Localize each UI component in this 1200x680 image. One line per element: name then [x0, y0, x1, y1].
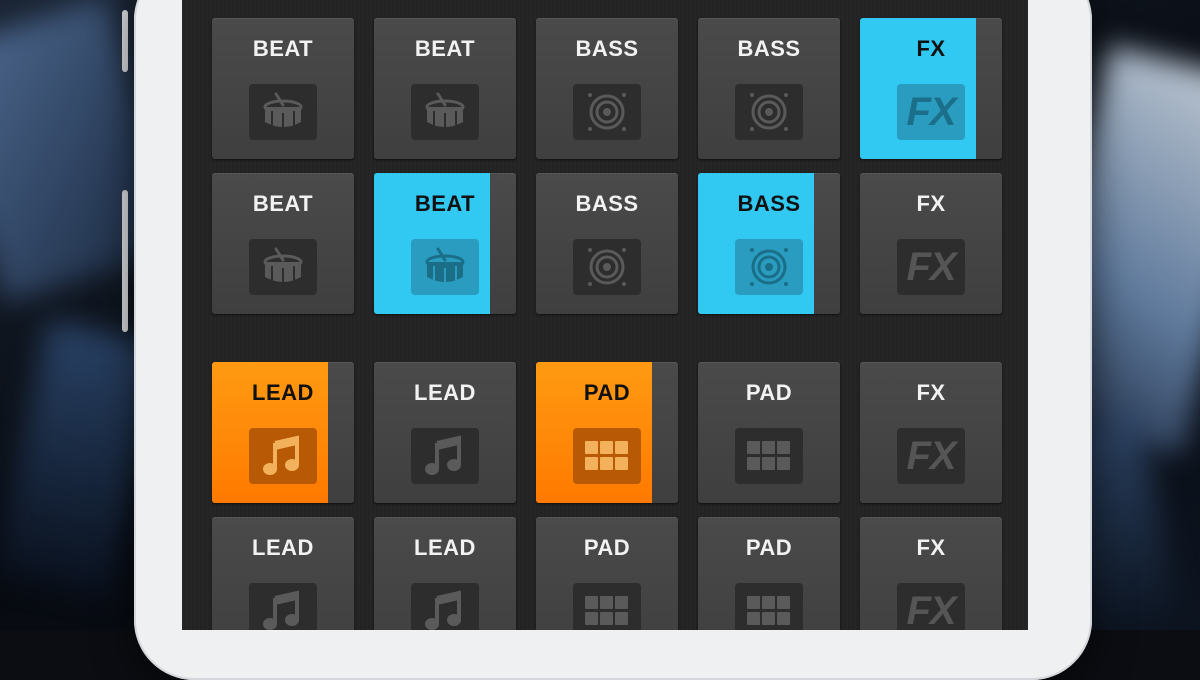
pad-label: LEAD: [414, 535, 476, 560]
pad-label: PAD: [745, 380, 793, 405]
pad-label: BEAT: [414, 36, 476, 61]
pad-label: BASS: [575, 36, 639, 61]
top-pad-bass[interactable]: BASS: [698, 173, 840, 314]
top-pad-bass[interactable]: BASS: [536, 18, 678, 159]
drum-icon: [411, 84, 479, 140]
music-note-icon: [411, 583, 479, 630]
top-pad-beat[interactable]: BEAT: [374, 173, 516, 314]
music-note-icon: [249, 583, 317, 630]
phone-volume-button: [122, 190, 128, 332]
fx-icon-text: FX: [906, 90, 956, 134]
pad-label: PAD: [583, 535, 631, 560]
top-pad-beat[interactable]: BEAT: [212, 173, 354, 314]
pad-label: PAD: [583, 380, 631, 405]
pad-label: FX: [916, 191, 946, 216]
speaker-icon: [735, 239, 803, 295]
pad-grid-top: BEAT BEAT BASS BASS FX FX BEAT BEAT BASS BASS FX FX: [212, 18, 1004, 314]
grid-icon: [735, 428, 803, 484]
fx-icon-text: FX: [906, 589, 956, 630]
pad-label: BASS: [737, 191, 801, 216]
pad-label: FX: [916, 380, 946, 405]
speaker-icon: [735, 84, 803, 140]
speaker-icon: [573, 239, 641, 295]
bottom-pad-pad[interactable]: PAD: [536, 362, 678, 503]
pad-label: BASS: [737, 36, 801, 61]
bottom-pad-lead[interactable]: LEAD: [212, 517, 354, 630]
pad-label: LEAD: [252, 535, 314, 560]
speaker-icon: [573, 84, 641, 140]
pad-label: FX: [916, 36, 946, 61]
grid-icon: [735, 583, 803, 630]
grid-icon: [573, 583, 641, 630]
fx-icon: FX: [897, 583, 965, 630]
pad-label: BEAT: [252, 36, 314, 61]
fx-icon-text: FX: [906, 245, 956, 289]
top-pad-fx[interactable]: FX FX: [860, 18, 1002, 159]
top-pad-beat[interactable]: BEAT: [212, 18, 354, 159]
pad-label: BEAT: [414, 191, 476, 216]
pad-label: PAD: [745, 535, 793, 560]
drum-icon: [411, 239, 479, 295]
drum-icon: [249, 239, 317, 295]
bottom-pad-fx[interactable]: FX FX: [860, 517, 1002, 630]
bottom-pad-lead[interactable]: LEAD: [374, 362, 516, 503]
pad-label: BASS: [575, 191, 639, 216]
phone-mute-switch: [122, 10, 128, 72]
fx-icon: FX: [897, 84, 965, 140]
grid-icon: [573, 428, 641, 484]
pad-label: LEAD: [252, 380, 314, 405]
bottom-pad-fx[interactable]: FX FX: [860, 362, 1002, 503]
top-pad-bass[interactable]: BASS: [536, 173, 678, 314]
music-note-icon: [249, 428, 317, 484]
pad-grid-bottom: LEAD LEAD PAD PAD FX FX LEAD LEAD PAD PAD FX FX: [212, 362, 1004, 630]
top-pad-bass[interactable]: BASS: [698, 18, 840, 159]
drum-icon: [249, 84, 317, 140]
bottom-pad-pad[interactable]: PAD: [536, 517, 678, 630]
bottom-pad-pad[interactable]: PAD: [698, 362, 840, 503]
pad-label: LEAD: [414, 380, 476, 405]
music-note-icon: [411, 428, 479, 484]
bottom-pad-pad[interactable]: PAD: [698, 517, 840, 630]
fx-icon: FX: [897, 239, 965, 295]
top-pad-fx[interactable]: FX FX: [860, 173, 1002, 314]
bottom-pad-lead[interactable]: LEAD: [212, 362, 354, 503]
app-screen: BEAT BEAT BASS BASS FX FX BEAT BEAT BASS BASS FX FX…: [182, 0, 1028, 630]
fx-icon: FX: [897, 428, 965, 484]
pad-label: FX: [916, 535, 946, 560]
pad-label: BEAT: [252, 191, 314, 216]
top-pad-beat[interactable]: BEAT: [374, 18, 516, 159]
fx-icon-text: FX: [906, 434, 956, 478]
bottom-pad-lead[interactable]: LEAD: [374, 517, 516, 630]
